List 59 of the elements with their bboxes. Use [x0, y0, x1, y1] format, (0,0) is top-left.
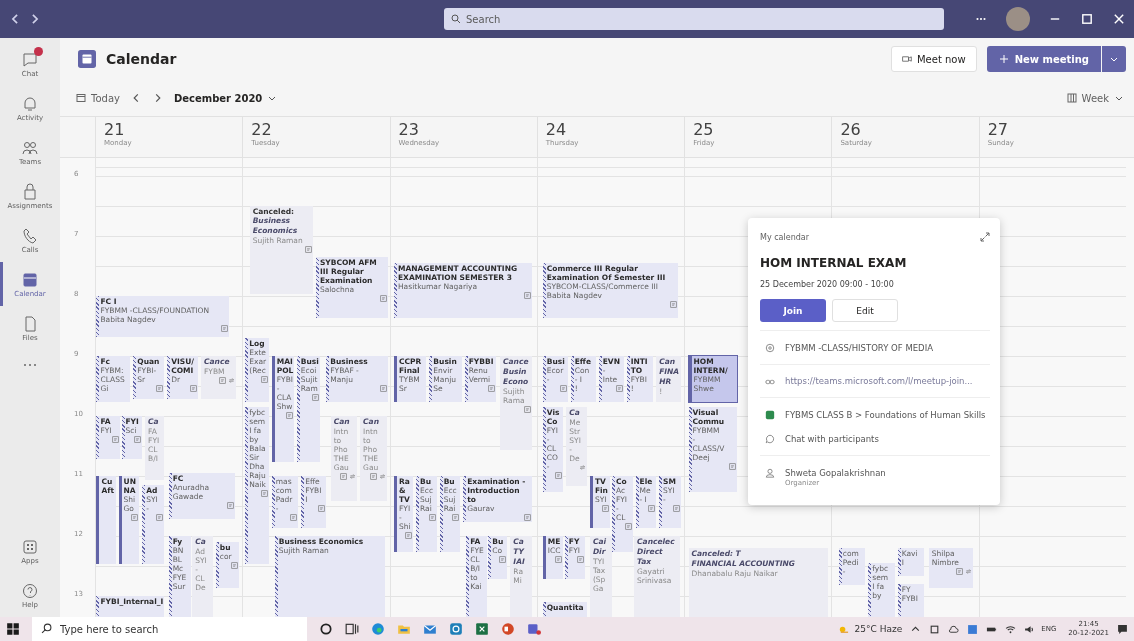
- task-view-icon[interactable]: [345, 622, 359, 636]
- grid-icon: [1066, 93, 1077, 103]
- taskbar-search-field[interactable]: Type here to search: [32, 617, 307, 641]
- cloud-icon[interactable]: [948, 623, 960, 635]
- chat-icon: [20, 50, 40, 70]
- close-icon[interactable]: [1112, 12, 1126, 26]
- windows-logo-icon[interactable]: [6, 622, 20, 636]
- day-number: 21: [104, 120, 125, 139]
- tray-app-icon[interactable]: [929, 623, 941, 635]
- wifi-icon[interactable]: [1005, 623, 1017, 635]
- expand-icon[interactable]: [980, 232, 990, 242]
- day-number: 25: [693, 120, 714, 139]
- mail-icon[interactable]: [423, 622, 437, 636]
- detail-text: FYBMM -CLASS/HISTORY OF MEDIA: [785, 342, 933, 354]
- search-icon: [451, 14, 461, 24]
- meeting-link[interactable]: https://teams.microsoft.com/l/meetup-join...: [785, 376, 973, 386]
- event-title: HOM INTERNAL EXAM: [760, 256, 907, 270]
- calendar-icon: [78, 50, 96, 68]
- presentation-icon[interactable]: [501, 622, 515, 636]
- calendar-name: My calendar: [760, 232, 809, 242]
- search-field[interactable]: Search: [444, 8, 944, 30]
- spreadsheet-icon[interactable]: [475, 622, 489, 636]
- page-title: Calendar: [106, 51, 177, 67]
- chat-link[interactable]: Chat with participants: [785, 433, 879, 445]
- edit-button[interactable]: Edit: [832, 299, 898, 322]
- day-number: 27: [987, 120, 1009, 139]
- detail-text: FYBMS CLASS B > Foundations of Human Skills: [785, 409, 986, 421]
- plus-icon: [998, 54, 1009, 64]
- channel-icon: [765, 343, 775, 353]
- team-icon: [765, 410, 775, 420]
- day-number: 26: [840, 120, 861, 139]
- notifications-icon[interactable]: [1117, 623, 1128, 635]
- new-meeting-button[interactable]: New meeting: [986, 46, 1101, 72]
- day-number: 24: [545, 120, 567, 139]
- weather-text[interactable]: 25°C Haze: [854, 624, 903, 634]
- day-number: 22: [251, 120, 272, 139]
- meet-now-button[interactable]: Meet now: [891, 46, 977, 72]
- month-picker[interactable]: December 2020: [173, 92, 278, 104]
- person-icon: [765, 468, 775, 478]
- view-picker[interactable]: Week: [1066, 92, 1124, 104]
- help-icon: [20, 581, 40, 601]
- today-button[interactable]: Today: [76, 92, 120, 104]
- calendar-icon: [76, 93, 86, 103]
- chat-icon: [765, 434, 775, 444]
- search-icon: [41, 623, 52, 634]
- video-icon: [902, 54, 912, 64]
- maximize-icon[interactable]: [1080, 12, 1094, 26]
- apps-icon: [20, 537, 40, 557]
- link-icon: [765, 377, 775, 387]
- browser-icon[interactable]: [371, 622, 385, 636]
- detail-text: Shweta Gopalakrishnan: [785, 467, 886, 479]
- chat-app-icon[interactable]: [527, 622, 541, 636]
- event-time: 25 December 2020 09:00 - 10:00: [760, 280, 894, 289]
- day-number: 23: [398, 120, 419, 139]
- app-icon[interactable]: [449, 622, 463, 636]
- speaker-icon[interactable]: [1024, 623, 1036, 635]
- circle-icon[interactable]: [319, 622, 333, 636]
- join-button[interactable]: Join: [760, 299, 826, 322]
- avatar[interactable]: [1006, 7, 1030, 31]
